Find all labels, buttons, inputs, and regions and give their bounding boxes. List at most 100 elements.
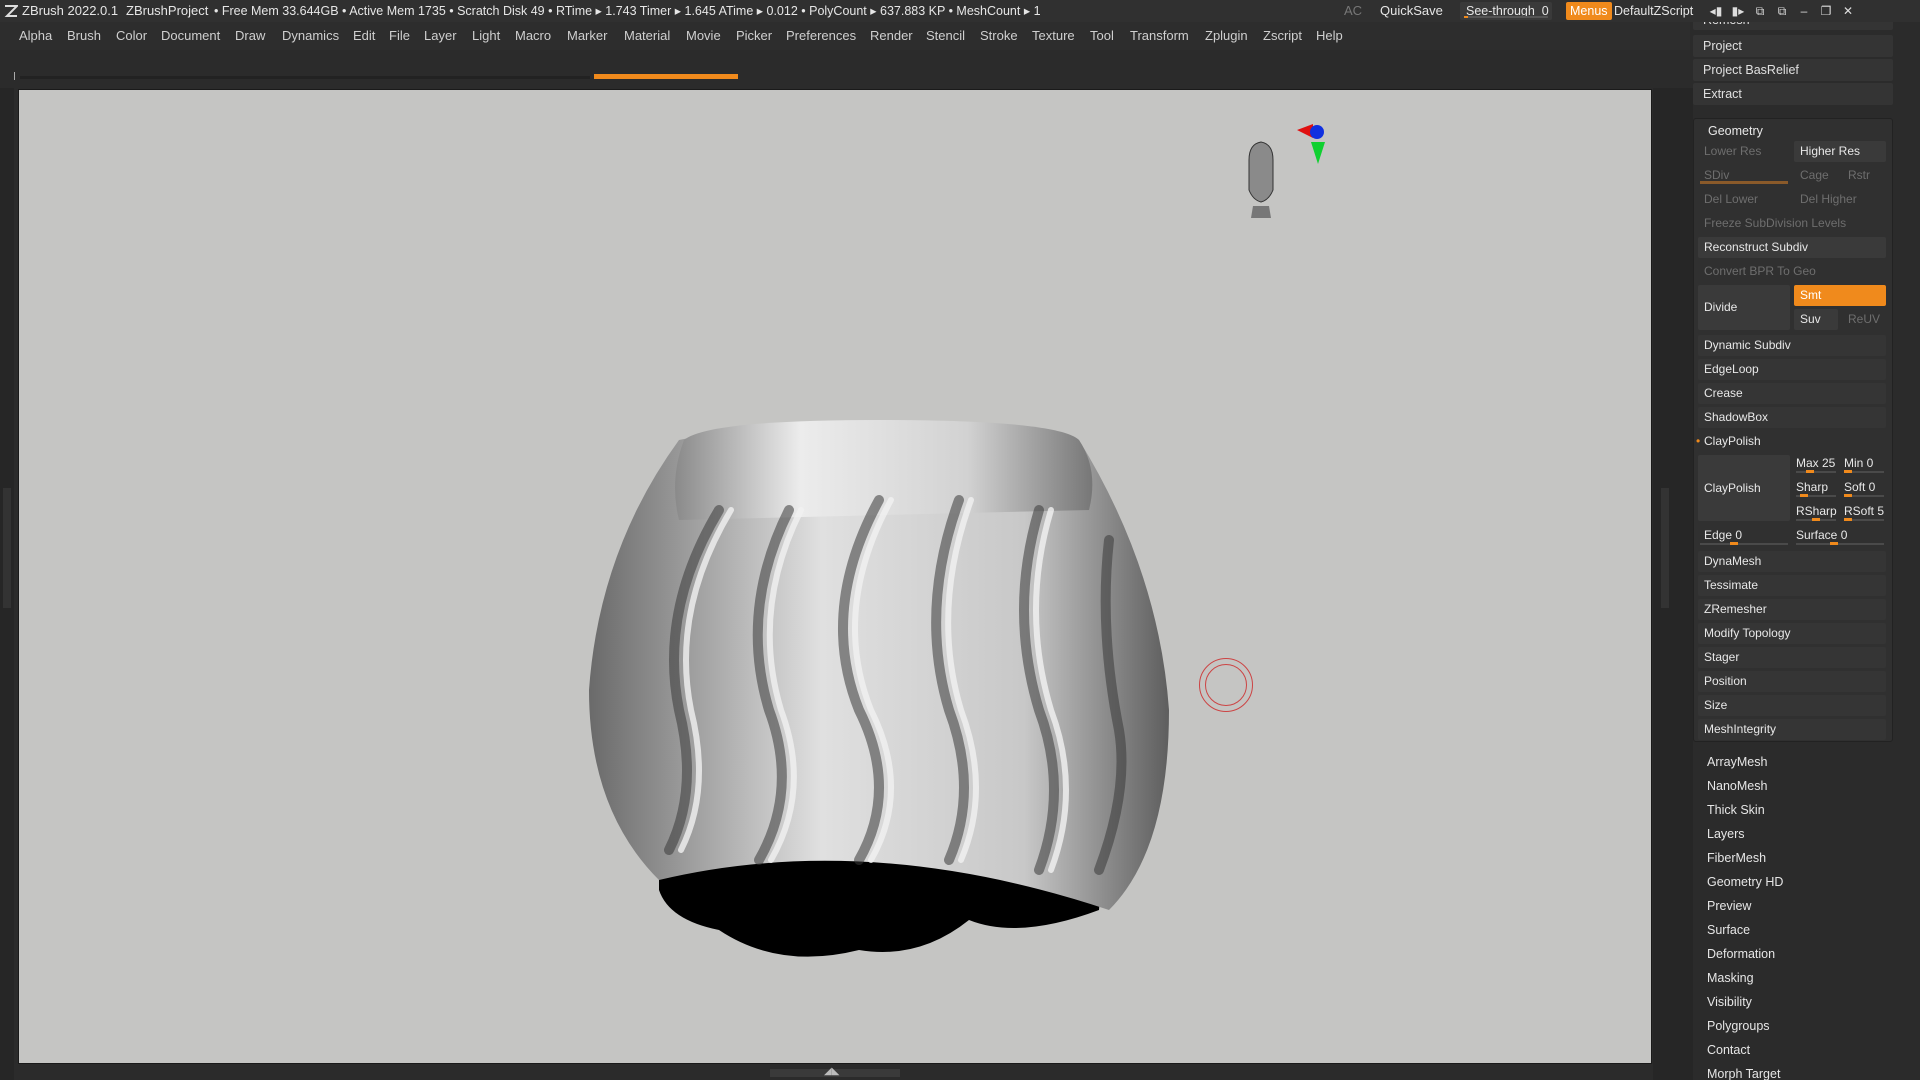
stager-header[interactable]: Stager (1698, 647, 1886, 668)
menu-color[interactable]: Color (116, 28, 147, 43)
convert-bpr-button[interactable]: Convert BPR To Geo (1698, 261, 1886, 282)
menu-preferences[interactable]: Preferences (786, 28, 856, 43)
menu-tool[interactable]: Tool (1090, 28, 1114, 43)
claypolish-button[interactable]: ClayPolish (1698, 455, 1790, 521)
menu-dynamics[interactable]: Dynamics (282, 28, 339, 43)
subpalette-polygroups[interactable]: Polygroups (1707, 1019, 1770, 1033)
subpalette-layers[interactable]: Layers (1707, 827, 1745, 841)
del-higher-button[interactable]: Del Higher (1794, 189, 1886, 210)
subpalette-nanomesh[interactable]: NanoMesh (1707, 779, 1767, 793)
see-through-slider[interactable]: See-through 0 (1460, 2, 1552, 20)
reconstruct-subdiv-button[interactable]: Reconstruct Subdiv (1698, 237, 1886, 258)
ac-button[interactable]: AC (1344, 0, 1362, 22)
menu-stencil[interactable]: Stencil (926, 28, 965, 43)
menu-zplugin[interactable]: Zplugin (1205, 28, 1248, 43)
docking-icon[interactable]: ⧉ (1749, 0, 1771, 22)
subpalette-geometry-hd[interactable]: Geometry HD (1707, 875, 1783, 889)
edgeloop-button[interactable]: EdgeLoop (1698, 359, 1886, 380)
edge-knob (1730, 542, 1738, 545)
subpalette-masking[interactable]: Masking (1707, 971, 1754, 985)
restore-icon[interactable]: ⧉ (1771, 0, 1793, 22)
subpalette-surface[interactable]: Surface (1707, 923, 1750, 937)
bottom-tray-handle[interactable]: ◢◣ (770, 1066, 900, 1077)
meshintegrity-header[interactable]: MeshIntegrity (1698, 719, 1886, 740)
menu-macro[interactable]: Macro (515, 28, 551, 43)
suv-toggle[interactable]: Suv (1794, 309, 1838, 330)
subpalette-thick-skin[interactable]: Thick Skin (1707, 803, 1765, 817)
del-lower-button[interactable]: Del Lower (1698, 189, 1790, 210)
layout-prev-icon[interactable]: ◂▮ (1705, 0, 1727, 22)
lower-res-button[interactable]: Lower Res (1698, 141, 1790, 162)
minimize-icon[interactable]: ‒ (1793, 0, 1815, 22)
surface-knob (1830, 542, 1838, 545)
maximize-icon[interactable]: ❐ (1815, 0, 1837, 22)
size-header[interactable]: Size (1698, 695, 1886, 716)
menu-render[interactable]: Render (870, 28, 913, 43)
surface-track (1796, 543, 1884, 545)
menu-transform[interactable]: Transform (1130, 28, 1189, 43)
subpalette-morph-target[interactable]: Morph Target (1707, 1067, 1780, 1080)
project-basrelief-button[interactable]: Project BasRelief (1693, 59, 1893, 81)
project-button[interactable]: Project (1693, 35, 1893, 57)
menu-texture[interactable]: Texture (1032, 28, 1075, 43)
reuv-button[interactable]: ReUV (1842, 309, 1886, 330)
position-header[interactable]: Position (1698, 671, 1886, 692)
claypolish-header[interactable]: • ClayPolish (1696, 431, 1886, 452)
menu-picker[interactable]: Picker (736, 28, 772, 43)
active-shelf-indicator[interactable] (594, 74, 738, 79)
see-through-fill (1464, 16, 1469, 18)
menu-layer[interactable]: Layer (424, 28, 457, 43)
subpalette-arraymesh[interactable]: ArrayMesh (1707, 755, 1767, 769)
subpalette-preview[interactable]: Preview (1707, 899, 1751, 913)
layout-next-icon[interactable]: ▮▸ (1727, 0, 1749, 22)
tessimate-header[interactable]: Tessimate (1698, 575, 1886, 596)
quicksave-button[interactable]: QuickSave (1380, 0, 1443, 22)
zremesher-header[interactable]: ZRemesher (1698, 599, 1886, 620)
rstr-button[interactable]: Rstr (1842, 165, 1886, 186)
menu-marker[interactable]: Marker (567, 28, 607, 43)
subpalette-fibermesh[interactable]: FiberMesh (1707, 851, 1766, 865)
mesh-render (589, 420, 1169, 957)
geometry-header[interactable]: Geometry (1702, 121, 1763, 142)
shelf-track (20, 76, 590, 79)
dynamesh-header[interactable]: DynaMesh (1698, 551, 1886, 572)
default-zscript-button[interactable]: DefaultZScript (1614, 0, 1693, 22)
menu-document[interactable]: Document (161, 28, 220, 43)
subpalette-contact[interactable]: Contact (1707, 1043, 1750, 1057)
extract-button[interactable]: Extract (1693, 83, 1893, 105)
canvas-viewport[interactable] (18, 89, 1652, 1064)
navigation-gizmo[interactable] (1229, 120, 1329, 220)
crease-button[interactable]: Crease (1698, 383, 1886, 404)
menu-stroke[interactable]: Stroke (980, 28, 1018, 43)
shadowbox-button[interactable]: ShadowBox (1698, 407, 1886, 428)
left-tray-handle[interactable] (3, 488, 11, 608)
menu-file[interactable]: File (389, 28, 410, 43)
shelf-marker (14, 72, 15, 80)
smt-toggle[interactable]: Smt (1794, 285, 1886, 306)
app-title: ZBrush 2022.0.1 (22, 3, 119, 18)
remesh-button[interactable]: Remesh (1693, 22, 1893, 30)
freeze-subdivision-button[interactable]: Freeze SubDivision Levels (1698, 213, 1886, 234)
menu-brush[interactable]: Brush (67, 28, 101, 43)
higher-res-button[interactable]: Higher Res (1794, 141, 1886, 162)
menu-alpha[interactable]: Alpha (19, 28, 52, 43)
divide-button[interactable]: Divide (1698, 285, 1790, 330)
see-through-label: See-through 0 (1466, 4, 1549, 18)
window-controls: ◂▮ ▮▸ ⧉ ⧉ ‒ ❐ ✕ (1705, 0, 1859, 22)
menu-edit[interactable]: Edit (353, 28, 375, 43)
cage-button[interactable]: Cage (1794, 165, 1838, 186)
close-icon[interactable]: ✕ (1837, 0, 1859, 22)
menu-zscript[interactable]: Zscript (1263, 28, 1302, 43)
subpalette-visibility[interactable]: Visibility (1707, 995, 1752, 1009)
menu-draw[interactable]: Draw (235, 28, 265, 43)
right-tray-handle[interactable] (1661, 488, 1669, 608)
subpalette-deformation[interactable]: Deformation (1707, 947, 1775, 961)
menu-light[interactable]: Light (472, 28, 500, 43)
modify-topology-header[interactable]: Modify Topology (1698, 623, 1886, 644)
menu-movie[interactable]: Movie (686, 28, 721, 43)
menus-button[interactable]: Menus (1566, 2, 1612, 20)
menu-help[interactable]: Help (1316, 28, 1343, 43)
expand-arrow-icon: ◢◣ (824, 1066, 840, 1077)
dynamic-subdiv-button[interactable]: Dynamic Subdiv (1698, 335, 1886, 356)
menu-material[interactable]: Material (624, 28, 670, 43)
